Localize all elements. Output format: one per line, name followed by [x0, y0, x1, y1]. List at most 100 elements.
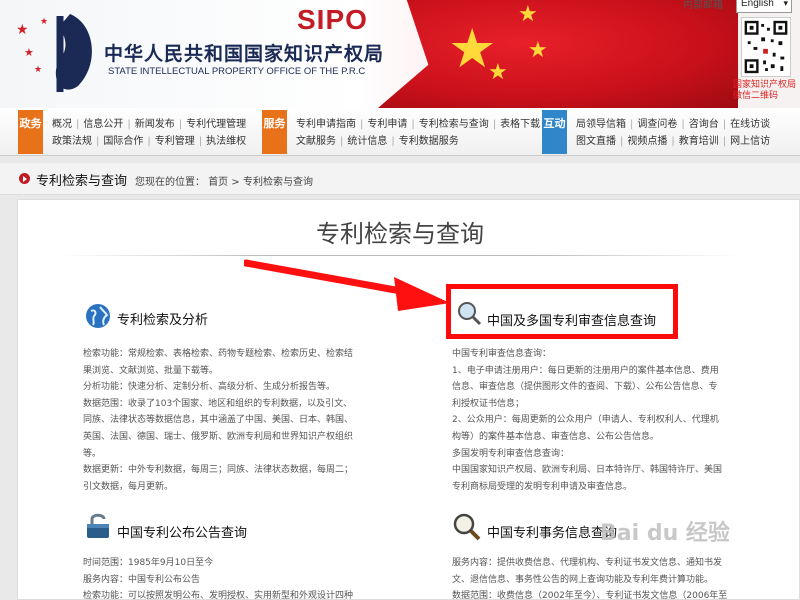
- text-line: 数据范围：收录了103个国家、地区和组织的专利数据，以及引文、: [83, 398, 353, 409]
- nav-divider: |: [340, 136, 344, 147]
- nav-badge-service: 服务: [262, 110, 287, 154]
- baidu-watermark: Bai du 经验: [600, 521, 730, 546]
- qr-caption: 国家知识产权局微信二维码: [733, 80, 797, 101]
- svg-text:★: ★: [34, 65, 42, 75]
- nav-item-international[interactable]: 国际合作: [103, 136, 143, 147]
- text-line: 分析功能：快速分析、定制分析、高级分析、生成分析报告等。: [83, 382, 336, 393]
- nav-item-petition[interactable]: 网上信访: [730, 136, 770, 147]
- nav-item-patent-management[interactable]: 专利管理: [155, 136, 195, 147]
- language-select[interactable]: English ▾: [736, 0, 792, 13]
- text-line: 英国、法国、德国、瑞士、俄罗斯、欧洲专利局和世界知识产权组织: [83, 431, 354, 442]
- nav-divider: |: [360, 119, 364, 130]
- nav-item-live[interactable]: 图文直播: [576, 136, 616, 147]
- nav-item-training[interactable]: 教育培训: [679, 136, 719, 147]
- national-flag-banner: ★ ★ ★ ★: [378, 0, 738, 108]
- nav-badge-interact: 互动: [542, 110, 567, 154]
- text-line: 1、电子申请注册用户：每日更新的注册用户的案件基本信息、费用: [452, 365, 719, 376]
- text-line: 多国发明专利审查信息查询：: [452, 448, 570, 459]
- breadcrumb-home-link[interactable]: 首页: [208, 177, 228, 188]
- nav-divider: |: [722, 136, 727, 147]
- text-line: 中国专利审查信息查询：: [452, 349, 552, 359]
- nav-item-video[interactable]: 视频点播: [627, 136, 667, 147]
- sipo-logo-text: SIPO: [297, 4, 368, 35]
- nav-item-press[interactable]: 新闻发布: [135, 119, 175, 130]
- svg-text:★: ★: [40, 17, 48, 27]
- text-line: 数据更新：中外专利数据，每周三；同族、法律状态数据，每周二；: [83, 465, 354, 476]
- nav-item-forms-download[interactable]: 表格下载: [500, 119, 540, 130]
- text-line: 利授权证书信息；: [452, 398, 525, 409]
- section-title-search-analysis[interactable]: 专利检索及分析: [117, 309, 208, 328]
- nav-item-search-query[interactable]: 专利检索与查询: [419, 119, 489, 130]
- text-line: 检索功能：常规检索、表格检索、药物专题检索、检索历史、检索结: [83, 349, 354, 359]
- text-line: 数据范围：收费信息（2002年至今）、专利证书发文信息（2006年至: [452, 591, 728, 600]
- nav-group-interact: 互动 局领导信箱 | 调查问卷 | 咨询台 | 在线访谈 图文直播 | 视频点播 | 教育培训 | 网上…: [542, 110, 800, 154]
- nav-item-application[interactable]: 专利申请: [367, 119, 407, 130]
- chevron-down-icon: ▾: [783, 0, 788, 8]
- text-line: 构等）的案件基本信息、审查信息、公布公告信息。: [452, 431, 660, 442]
- text-line: 检索功能：可以按照发明公布、发明授权、实用新型和外观设计四种: [83, 591, 354, 600]
- nav-divider: |: [630, 119, 634, 130]
- nav-divider: |: [147, 136, 151, 147]
- text-line: 中国国家知识产权局、欧洲专利局、日本特许厅、韩国特许厅、美国: [452, 465, 723, 476]
- text-line: 信息、审查信息（提供图形文件的查阅、下载）、公布公告信息、专: [452, 382, 718, 393]
- text-line: 同族、法律状态等数据信息，其中涵盖了中国、美国、日本、韩国、: [83, 415, 354, 426]
- nav-group-gov: 政务 概况 | 信息公开 | 新闻发布 | 专利代理管理 政策法规 | 国际合作 | 专利管理 | 执法…: [18, 110, 258, 154]
- svg-text:★: ★: [16, 22, 29, 38]
- nav-divider: |: [681, 119, 685, 130]
- section-title-publication-query[interactable]: 中国专利公布公告查询: [117, 522, 247, 541]
- nav-divider: |: [492, 119, 497, 130]
- nav-item-statistics[interactable]: 统计信息: [347, 136, 387, 147]
- red-arrow-annotation: [244, 259, 450, 311]
- breadcrumb-label: 您现在的位置：: [135, 177, 205, 188]
- language-select-value: English: [741, 0, 774, 9]
- main-navigation: 政务 概况 | 信息公开 | 新闻发布 | 专利代理管理 政策法规 | 国际合作 | 专利管理 | 执法…: [0, 108, 800, 156]
- text-line: 引文数据，每月更新。: [83, 481, 174, 492]
- nav-divider: |: [76, 119, 80, 130]
- nav-item-leader-mailbox[interactable]: 局领导信箱: [576, 119, 626, 130]
- sipo-emblem-icon: ★ ★ ★ ★: [16, 14, 92, 92]
- site-title-en: STATE INTELLECTUAL PROPERTY OFFICE OF TH…: [108, 66, 366, 77]
- text-line: 果浏览、文献浏览、批量下载等。: [83, 365, 219, 376]
- lock-icon: [87, 513, 109, 538]
- breadcrumb-current: 专利检索与查询: [242, 177, 313, 188]
- nav-item-online-interview[interactable]: 在线访谈: [730, 119, 770, 130]
- site-header: ★ ★ ★ ★ ★ ★ ★ ★ SIPO 中华人民共和国国家知识产权局 STAT…: [0, 0, 800, 108]
- nav-item-consulting[interactable]: 咨询台: [689, 119, 719, 130]
- wechat-qr-code: [741, 17, 791, 77]
- breadcrumb-path: 您现在的位置： 首页 > 专利检索与查询: [135, 173, 313, 188]
- nav-item-agency-management[interactable]: 专利代理管理: [186, 119, 246, 130]
- internal-mail-link[interactable]: 内部邮箱: [683, 0, 723, 11]
- bullet-arrow-icon: [19, 173, 30, 184]
- nav-divider: |: [178, 119, 183, 130]
- text-line: 服务内容：中国专利公布公告: [83, 574, 201, 585]
- nav-item-info-disclosure[interactable]: 信息公开: [83, 119, 123, 130]
- nav-item-application-guide[interactable]: 专利申请指南: [296, 119, 356, 130]
- breadcrumb: 专利检索与查询 您现在的位置： 首页 > 专利检索与查询: [0, 163, 800, 195]
- text-line: 专利商标局受理的发明专利申请及审查信息。: [452, 481, 633, 492]
- nav-item-overview[interactable]: 概况: [52, 119, 72, 130]
- nav-divider: |: [127, 119, 131, 130]
- nav-item-policy[interactable]: 政策法规: [52, 136, 92, 147]
- nav-divider: |: [620, 136, 624, 147]
- nav-item-data-service[interactable]: 专利数据服务: [399, 136, 459, 147]
- globe-icon: [86, 304, 110, 328]
- section-body-examination-query: 中国专利审查信息查询： 1、电子申请注册用户：每日更新的注册用户的案件基本信息、…: [452, 346, 752, 495]
- text-line: 2、公众用户：每周更新的公众用户（申请人、专利权利人、代理机: [452, 415, 719, 426]
- nav-badge-gov: 政务: [18, 110, 43, 154]
- section-body-search-analysis: 检索功能：常规检索、表格检索、药物专题检索、检索历史、检索结 果浏览、文献浏览、…: [83, 346, 383, 495]
- text-line: 时间范围：1985年9月10日至今: [83, 558, 214, 568]
- section-title-affairs-query[interactable]: 中国专利事务信息查询: [487, 522, 617, 541]
- page-title: 专利检索与查询: [316, 220, 484, 248]
- nav-item-enforcement[interactable]: 执法维权: [206, 136, 246, 147]
- nav-item-survey[interactable]: 调查问卷: [637, 119, 677, 130]
- nav-item-literature[interactable]: 文献服务: [296, 136, 336, 147]
- nav-divider: |: [96, 136, 100, 147]
- magnifier-icon: [453, 513, 481, 541]
- breadcrumb-separator: >: [231, 177, 240, 188]
- red-highlight-annotation: [446, 284, 678, 339]
- nav-divider: |: [411, 119, 415, 130]
- nav-divider: |: [671, 136, 675, 147]
- nav-group-service: 服务 专利申请指南 | 专利申请 | 专利检索与查询 | 表格下载 文献服务 | 统计信息 | 专利…: [262, 110, 540, 154]
- nav-divider: |: [722, 119, 727, 130]
- text-line: 等。: [83, 448, 102, 459]
